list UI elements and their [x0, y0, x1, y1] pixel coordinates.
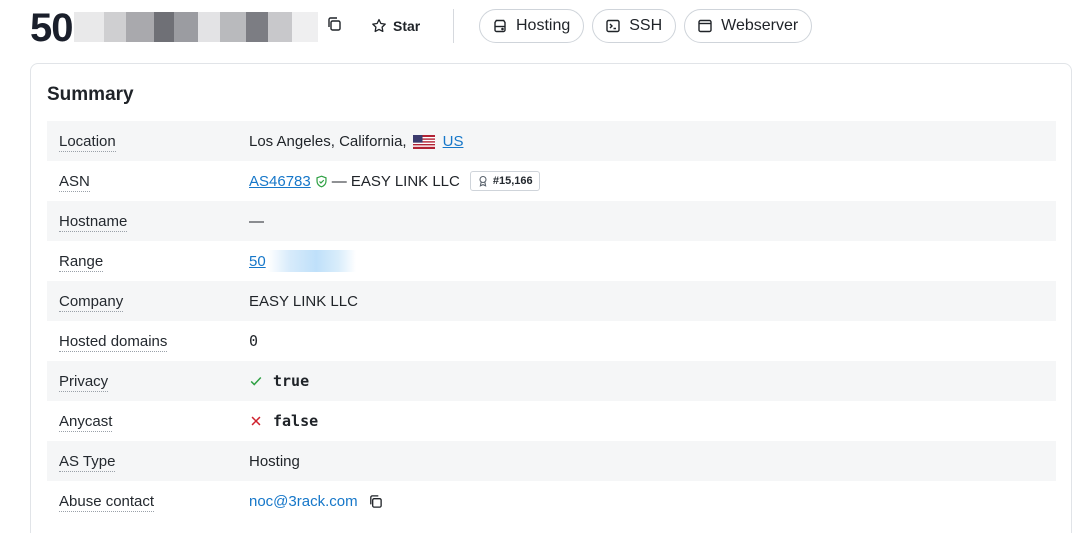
hosted-domains-value: 0 — [249, 332, 259, 350]
copy-ip-button[interactable] — [326, 16, 346, 36]
shield-check-icon — [316, 175, 327, 187]
copy-icon — [369, 494, 382, 508]
location-city: Los Angeles, California, — [249, 132, 407, 150]
row-as-type: AS Type Hosting — [47, 441, 1056, 481]
summary-card: Summary Location Los Angeles, California… — [30, 63, 1072, 533]
row-company: Company EASY LINK LLC — [47, 281, 1056, 321]
anycast-label: Anycast — [59, 412, 113, 432]
us-flag-icon — [412, 135, 435, 149]
ip-address-title: 50 — [30, 6, 73, 50]
asn-rank-badge: #15,166 — [469, 171, 540, 191]
browser-window-icon — [698, 19, 712, 33]
terminal-icon — [606, 19, 620, 33]
abuse-contact-label: Abuse contact — [59, 492, 155, 512]
hostname-label: Hostname — [59, 212, 128, 232]
asn-link[interactable]: AS46783 — [249, 173, 311, 190]
range-link[interactable]: 50 — [249, 253, 266, 270]
company-label: Company — [59, 292, 124, 312]
range-label: Range — [59, 252, 104, 272]
location-label: Location — [59, 132, 116, 152]
server-icon — [494, 19, 506, 33]
row-range: Range 50 — [47, 241, 1056, 281]
row-hosted-domains: Hosted domains 0 — [47, 321, 1056, 361]
asn-label: ASN — [59, 172, 90, 192]
star-icon — [372, 18, 386, 33]
privacy-label: Privacy — [59, 372, 109, 392]
tag-ssh[interactable]: SSH — [592, 9, 677, 43]
as-type-value: Hosting — [249, 452, 300, 470]
row-abuse-contact: Abuse contact noc@3rack.com — [47, 481, 1056, 521]
x-icon — [251, 416, 261, 426]
header-divider — [453, 9, 454, 43]
check-icon — [250, 376, 262, 386]
tag-hosting[interactable]: Hosting — [479, 9, 585, 43]
as-type-label: AS Type — [59, 452, 116, 472]
range-redacted — [267, 250, 356, 272]
row-asn: ASN AS46783 — EASY LINK LLC #15,166 — [47, 161, 1056, 201]
tag-webserver-label: Webserver — [721, 17, 799, 34]
asn-org: — EASY LINK LLC — [331, 172, 460, 190]
asn-rank: #15,166 — [492, 175, 533, 187]
tag-list: Hosting SSH Webserver — [479, 9, 813, 43]
hostname-value: — — [249, 212, 264, 230]
company-value: EASY LINK LLC — [249, 292, 358, 310]
star-button[interactable]: Star — [371, 14, 420, 38]
copy-icon — [328, 17, 341, 31]
row-privacy: Privacy true — [47, 361, 1056, 401]
award-icon — [479, 175, 487, 187]
copy-email-button[interactable] — [368, 494, 383, 509]
privacy-value: true — [273, 372, 310, 390]
summary-title: Summary — [47, 84, 134, 105]
abuse-contact-email[interactable]: noc@3rack.com — [249, 493, 358, 510]
star-label: Star — [393, 18, 421, 34]
ip-address-redacted — [74, 12, 318, 42]
row-location: Location Los Angeles, California, US — [47, 121, 1056, 161]
tag-ssh-label: SSH — [629, 17, 663, 34]
page-header: 50 Star Hosting SSH Webserver — [30, 0, 1073, 54]
row-hostname: Hostname — — [47, 201, 1056, 241]
country-link[interactable]: US — [443, 133, 464, 150]
hosted-domains-label: Hosted domains — [59, 332, 168, 352]
tag-webserver[interactable]: Webserver — [684, 9, 813, 43]
tag-hosting-label: Hosting — [516, 17, 571, 34]
row-anycast: Anycast false — [47, 401, 1056, 441]
summary-table: Location Los Angeles, California, US ASN… — [47, 121, 1056, 521]
anycast-value: false — [273, 412, 319, 430]
